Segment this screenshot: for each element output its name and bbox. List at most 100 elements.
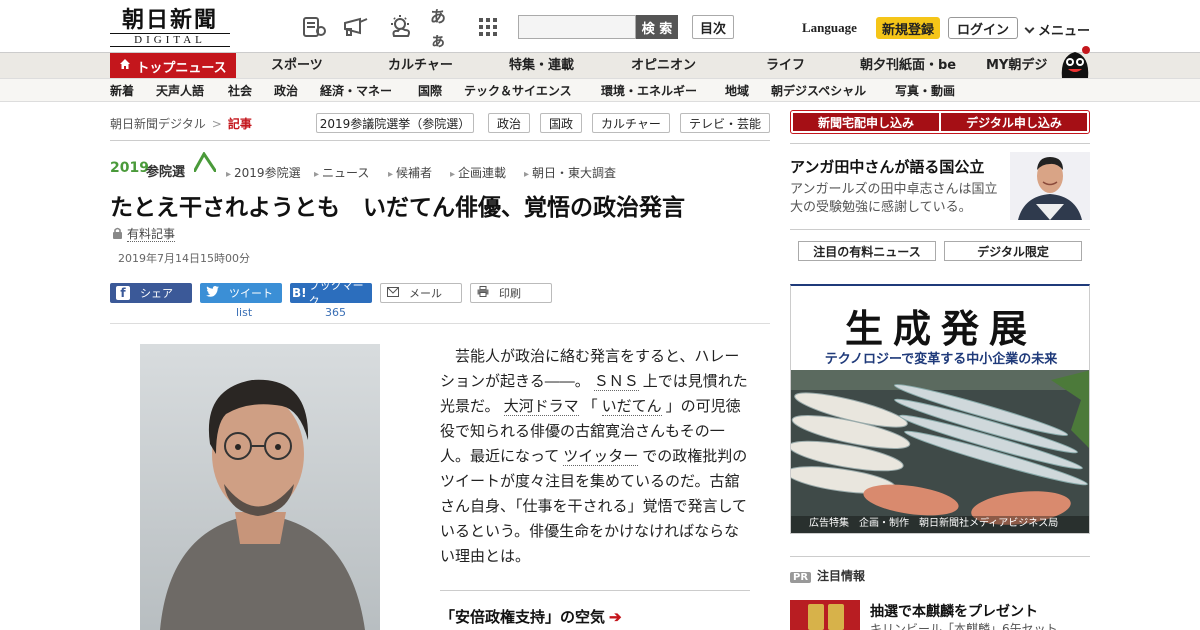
- series-logo-label: 参院選: [146, 165, 186, 180]
- nav-latest[interactable]: 新着: [110, 79, 134, 103]
- breadcrumb-separator: >: [211, 117, 222, 131]
- divider: [440, 590, 750, 591]
- ad-fish-image: [791, 370, 1089, 533]
- tag-culture[interactable]: カルチャー: [592, 113, 670, 133]
- tag-national-politics[interactable]: 国政: [540, 113, 582, 133]
- nav-print-edition[interactable]: 朝夕刊紙面・be: [860, 53, 956, 79]
- hatena-count[interactable]: 365: [325, 306, 346, 319]
- pr-section-heading: PR 注目情報: [790, 567, 865, 584]
- series-logo[interactable]: 2019 参院選: [110, 152, 216, 180]
- nav-opinion[interactable]: オピニオン: [631, 53, 696, 79]
- mail-share-button[interactable]: メール: [380, 283, 462, 303]
- language-link[interactable]: Language: [802, 20, 857, 36]
- body-text-segment: 「: [582, 397, 598, 415]
- series-logo-year: 2019: [110, 160, 149, 176]
- article-subheading-text: 「安倍政権支持」の空気: [440, 608, 606, 626]
- nav-region[interactable]: 地域: [725, 79, 749, 103]
- series-link-series[interactable]: 企画連載: [450, 164, 506, 181]
- weather-icon[interactable]: [386, 14, 414, 40]
- tag-tv-entertainment[interactable]: テレビ・芸能: [680, 113, 770, 133]
- twitter-share-button[interactable]: ツイート: [200, 283, 282, 303]
- series-link-election[interactable]: 2019参院選: [226, 164, 301, 181]
- nav-tensei-jingo[interactable]: 天声人語: [156, 79, 204, 103]
- table-of-contents-button[interactable]: 目次: [692, 15, 734, 39]
- nav-international[interactable]: 国際: [418, 79, 442, 103]
- tab-featured-paid-news[interactable]: 注目の有料ニュース: [798, 241, 936, 261]
- nav-top-news[interactable]: トップニュース: [110, 53, 236, 79]
- breadcrumb-root[interactable]: 朝日新聞デジタル: [110, 117, 206, 131]
- article-subheading[interactable]: 「安倍政権支持」の空気 ➔: [440, 606, 622, 627]
- mascot-icon[interactable]: [1058, 44, 1092, 78]
- nav-society[interactable]: 社会: [228, 79, 252, 103]
- nav-environment[interactable]: 環境・エネルギー: [601, 79, 697, 103]
- advertisement[interactable]: 生成発展 テクノロジーで変革する中小企業の未来 広告特集 企画・制作 朝日新聞社…: [790, 284, 1090, 534]
- series-link-news[interactable]: ニュース: [314, 164, 369, 181]
- nav-culture[interactable]: カルチャー: [388, 53, 453, 79]
- article-body: 芸能人が政治に絡む発言をすると、ハレーションが起きる――。 ＳＮＳ 上では見慣れた光…: [440, 344, 752, 569]
- newspaper-subscribe-button[interactable]: 新聞宅配申し込み: [793, 113, 939, 131]
- twitter-list-link[interactable]: list: [236, 306, 252, 319]
- divider: [110, 323, 770, 324]
- print-icon: [477, 286, 489, 300]
- print-button[interactable]: 印刷: [470, 283, 552, 303]
- divider: [790, 143, 1090, 144]
- breadcrumb-current: 記事: [227, 117, 252, 131]
- article-photo[interactable]: [140, 344, 380, 630]
- search-input[interactable]: [518, 15, 636, 39]
- feature-title[interactable]: アンガ田中さんが語る国公立: [790, 156, 984, 177]
- nav-politics[interactable]: 政治: [274, 79, 298, 103]
- nav-life[interactable]: ライフ: [766, 53, 805, 79]
- keyword-link[interactable]: いだてん: [601, 397, 662, 416]
- tab-digital-exclusive[interactable]: デジタル限定: [944, 241, 1082, 261]
- paid-article-label[interactable]: 有料記事: [112, 225, 176, 242]
- newspaper-icon[interactable]: [300, 14, 328, 40]
- subscribe-box: 新聞宅配申し込み デジタル申し込み: [790, 110, 1090, 134]
- pr-heading-text: 注目情報: [817, 569, 866, 583]
- keyword-link[interactable]: ツイッター: [563, 447, 639, 466]
- divider: [790, 229, 1090, 230]
- series-link-survey[interactable]: 朝日・東大調査: [524, 164, 616, 181]
- nav-top-news-label: トップニュース: [136, 60, 227, 76]
- tag-election-2019[interactable]: 2019参議院選挙（参院選）: [316, 113, 474, 133]
- arrow-right-icon: ➔: [609, 608, 622, 626]
- login-button[interactable]: ログイン: [948, 17, 1018, 39]
- logo-title: 朝日新聞: [121, 7, 218, 33]
- menu-button[interactable]: メニュー: [1024, 20, 1090, 39]
- register-button[interactable]: 新規登録: [876, 17, 940, 39]
- search-button[interactable]: 検 索: [636, 15, 678, 39]
- secondary-nav: 新着 天声人語 社会 政治 経済・マネー 国際 テック＆サイエンス 環境・エネル…: [0, 78, 1200, 102]
- facebook-share-button[interactable]: f シェア: [110, 283, 192, 303]
- digital-subscribe-button[interactable]: デジタル申し込み: [941, 113, 1087, 131]
- nav-tech-science[interactable]: テック＆サイエンス: [464, 79, 572, 103]
- nav-sports[interactable]: スポーツ: [271, 53, 323, 79]
- article-title: たとえ干されようとも いだてん俳優、覚悟の政治発言: [110, 194, 685, 221]
- megaphone-icon[interactable]: [342, 14, 370, 40]
- lock-icon: [112, 227, 123, 242]
- keyword-link[interactable]: 大河ドラマ: [503, 397, 579, 416]
- feature-description[interactable]: アンガールズの田中卓志さんは国立大の受験勉強に感謝している。: [790, 181, 1010, 217]
- nav-special[interactable]: 朝デジスペシャル: [771, 79, 866, 103]
- tag-politics[interactable]: 政治: [488, 113, 530, 133]
- keyword-link[interactable]: ＳＮＳ: [593, 372, 639, 391]
- nav-my-asadigi[interactable]: MY朝デジ: [986, 53, 1047, 79]
- pr-title[interactable]: 抽選で本麒麟をプレゼント: [870, 601, 1038, 621]
- hatena-bookmark-label: ブックマーク: [308, 279, 364, 308]
- nav-photo-video[interactable]: 写真・動画: [895, 79, 955, 103]
- nav-features[interactable]: 特集・連載: [509, 53, 574, 79]
- hatena-bookmark-button[interactable]: B! ブックマーク: [290, 279, 372, 308]
- site-logo[interactable]: 朝日新聞 DIGITAL: [110, 8, 230, 48]
- mail-share-label: メール: [409, 287, 442, 300]
- nav-economy[interactable]: 経済・マネー: [320, 79, 392, 103]
- series-link-candidates[interactable]: 候補者: [388, 164, 432, 181]
- site-header: 朝日新聞 DIGITAL あぁ 検 索 目次 Language 新規登録 ログイ…: [0, 0, 1200, 52]
- print-label: 印刷: [499, 287, 521, 300]
- pr-description[interactable]: キリンビール「本麒麟」6缶セット: [870, 620, 1058, 630]
- font-size-icon[interactable]: あぁ: [430, 7, 458, 50]
- apps-grid-icon[interactable]: [474, 14, 502, 40]
- ad-credit: 広告特集 企画・制作 朝日新聞社メディアビジネス局: [809, 518, 1059, 529]
- mail-icon: [387, 286, 399, 300]
- pr-thumbnail[interactable]: [790, 600, 860, 630]
- feature-thumbnail[interactable]: [1010, 152, 1090, 220]
- twitter-bird-icon: [206, 286, 219, 300]
- facebook-share-label: シェア: [140, 287, 173, 300]
